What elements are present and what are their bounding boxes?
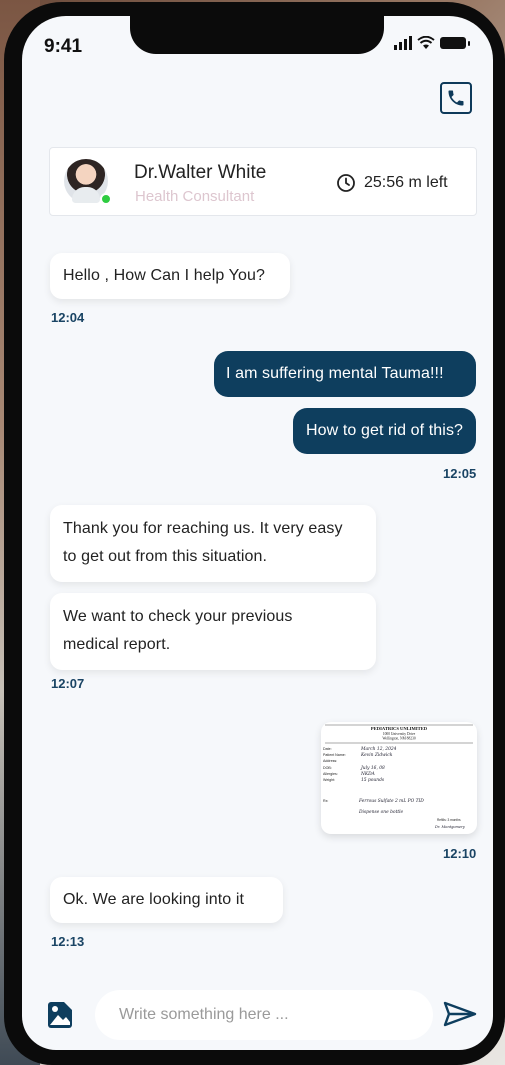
doctor-card[interactable]: Dr.Walter White Health Consultant 25:56 …: [49, 147, 477, 216]
report-field-value: March 12, 2024: [360, 747, 397, 752]
message-incoming[interactable]: We want to check your previous medical r…: [50, 593, 376, 670]
message-text: Hello , How Can I help You?: [63, 267, 265, 284]
report-field-label: Patient Name:: [323, 753, 346, 757]
message-line: to get out from this situation.: [63, 548, 268, 565]
online-status-dot: [100, 193, 112, 205]
status-time: 9:41: [44, 36, 83, 57]
phone-frame: 9:41 Dr.Walter White Health Consultant 2…: [4, 2, 505, 1065]
message-outgoing[interactable]: How to get rid of this?: [293, 408, 476, 454]
report-field-value: July 16, 08: [360, 766, 385, 771]
report-city: Wellington, NM 88230: [382, 737, 416, 742]
doctor-avatar: [64, 159, 112, 205]
message-line: We want to check your previous: [63, 608, 293, 625]
report-field-label: Weight:: [323, 778, 335, 782]
report-refills: Refills: 3 months: [437, 818, 461, 822]
report-field-value: NKDA: [360, 772, 375, 777]
send-button[interactable]: [442, 1000, 478, 1033]
report-address: 1000 University Drive: [383, 732, 416, 736]
session-timer: 25:56 m left: [336, 173, 448, 193]
message-incoming[interactable]: Ok. We are looking into it: [50, 877, 283, 923]
call-button[interactable]: [440, 82, 472, 114]
message-input[interactable]: [95, 990, 433, 1040]
report-field-value: 15 pounds: [361, 778, 385, 783]
report-rx-line: Dispense one bottle: [358, 810, 404, 815]
message-incoming[interactable]: Thank you for reaching us. It very easy …: [50, 505, 376, 582]
report-signature: Dr. Montgomery: [434, 825, 466, 829]
report-field-label: Address:: [323, 759, 337, 763]
send-icon: [443, 1001, 477, 1027]
report-field-label: Date:: [323, 747, 332, 751]
prescription-image: PEDIATRICS UNLIMITED 1000 University Dri…: [323, 724, 473, 829]
time-left: 25:56 m left: [364, 174, 448, 191]
wifi-icon: [417, 36, 435, 49]
signal-icon: [394, 36, 412, 50]
message-timestamp: 12:07: [51, 676, 85, 691]
report-rx-line: Ferrous Sulfate 2 mL PO TID: [358, 799, 424, 804]
message-line: Thank you for reaching us. It very easy: [63, 520, 343, 537]
notch: [130, 16, 384, 54]
message-outgoing[interactable]: I am suffering mental Tauma!!!: [214, 351, 476, 397]
attach-image-button[interactable]: [47, 1001, 73, 1034]
chat-screen: 9:41 Dr.Walter White Health Consultant 2…: [22, 16, 493, 1050]
message-text: Ok. We are looking into it: [63, 891, 245, 908]
report-field-value: Kevin Zidwick: [360, 753, 393, 758]
battery-icon: [440, 37, 470, 49]
status-icons: [394, 36, 470, 50]
doctor-role: Health Consultant: [135, 188, 255, 205]
report-field-label: DOB:: [323, 766, 332, 770]
message-timestamp: 12:10: [443, 846, 477, 861]
message-line: medical report.: [63, 636, 171, 653]
report-heading: PEDIATRICS UNLIMITED: [371, 726, 428, 731]
doctor-name: Dr.Walter White: [134, 162, 267, 183]
phone-icon: [448, 90, 464, 106]
message-text: I am suffering mental Tauma!!!: [226, 365, 444, 382]
message-text: How to get rid of this?: [306, 422, 464, 439]
message-incoming[interactable]: Hello , How Can I help You?: [50, 253, 290, 299]
clock-icon: [337, 174, 355, 192]
medical-report-attachment[interactable]: PEDIATRICS UNLIMITED 1000 University Dri…: [321, 722, 477, 834]
message-timestamp: 12:04: [51, 310, 85, 325]
message-timestamp: 12:05: [443, 466, 477, 481]
message-timestamp: 12:13: [51, 934, 85, 949]
report-rx-label: Rx:: [323, 799, 328, 803]
report-field-label: Allergies:: [323, 772, 338, 776]
image-icon: [48, 1002, 72, 1028]
